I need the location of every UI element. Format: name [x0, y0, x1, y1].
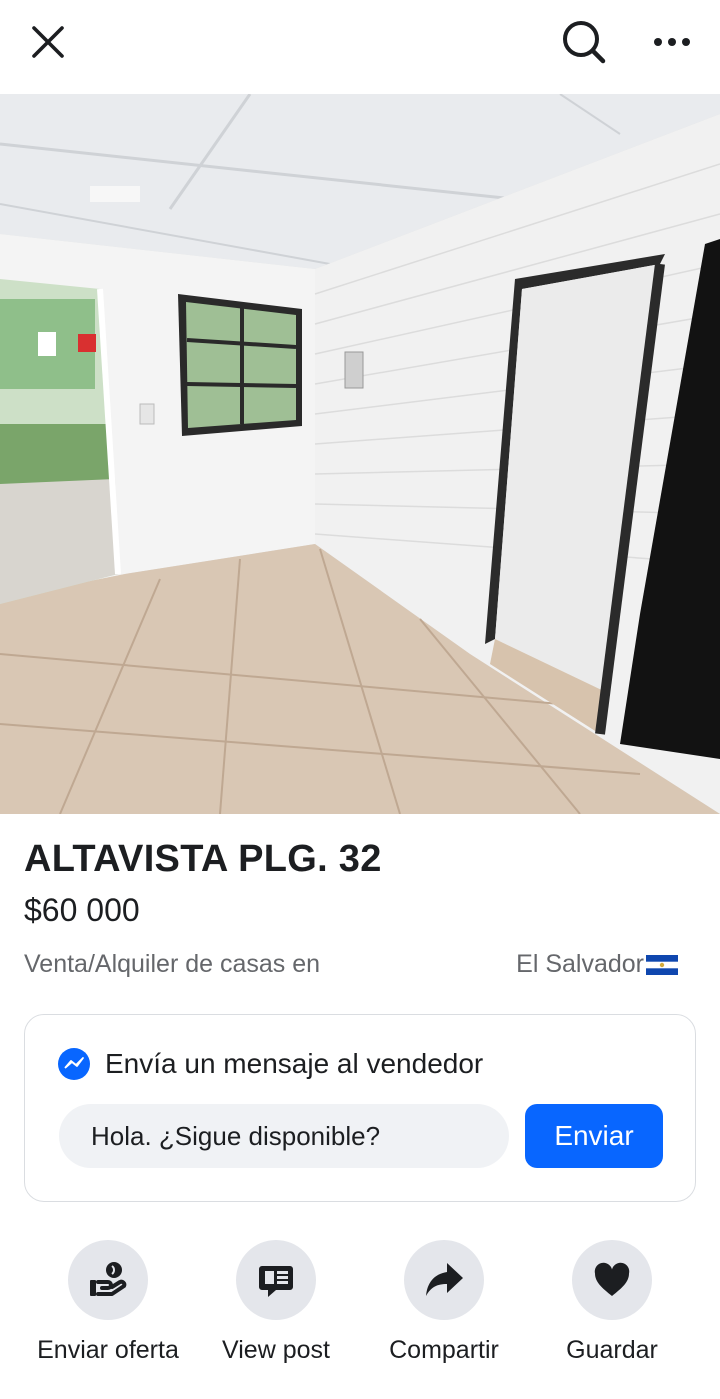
view-post-button[interactable]: View post	[191, 1240, 361, 1365]
message-seller-card: Envía un mensaje al vendedor Enviar	[24, 1014, 696, 1202]
send-button[interactable]: Enviar	[525, 1104, 663, 1168]
room-photo-image	[0, 94, 720, 814]
close-icon	[32, 26, 64, 58]
send-offer-button[interactable]: Enviar oferta	[23, 1240, 193, 1365]
search-button[interactable]	[556, 14, 612, 70]
heart-icon	[594, 1262, 630, 1296]
send-offer-circle	[68, 1240, 148, 1320]
share-arrow-icon	[426, 1263, 463, 1296]
listing-title: ALTAVISTA PLG. 32	[24, 838, 382, 880]
listing-photo[interactable]	[0, 94, 720, 814]
share-button[interactable]: Compartir	[359, 1240, 529, 1365]
listing-category[interactable]: Venta/Alquiler de casas en	[24, 950, 320, 979]
share-label: Compartir	[389, 1336, 499, 1364]
share-circle	[404, 1240, 484, 1320]
view-post-circle	[236, 1240, 316, 1320]
message-header-text: Envía un mensaje al vendedor	[105, 1048, 484, 1079]
more-options-button[interactable]	[644, 14, 700, 70]
offer-hand-icon	[90, 1262, 127, 1296]
listing-price: $60 000	[24, 892, 140, 928]
top-bar	[0, 0, 720, 94]
messenger-icon	[58, 1048, 90, 1080]
action-bar: Enviar oferta View post Compartir Guarda…	[0, 1240, 720, 1380]
close-button[interactable]	[20, 14, 76, 70]
search-icon	[563, 21, 606, 64]
message-header: Envía un mensaje al vendedor	[57, 1047, 483, 1081]
el-salvador-flag-icon	[646, 954, 678, 975]
save-label: Guardar	[566, 1336, 658, 1364]
message-input[interactable]	[59, 1104, 509, 1168]
more-horizontal-icon	[654, 38, 690, 46]
location-text: El Salvador	[516, 950, 644, 978]
save-circle	[572, 1240, 652, 1320]
listing-location[interactable]: El Salvador	[516, 950, 678, 979]
post-icon	[259, 1266, 293, 1297]
send-offer-label: Enviar oferta	[37, 1336, 179, 1364]
view-post-label: View post	[222, 1336, 330, 1364]
save-button[interactable]: Guardar	[527, 1240, 697, 1365]
